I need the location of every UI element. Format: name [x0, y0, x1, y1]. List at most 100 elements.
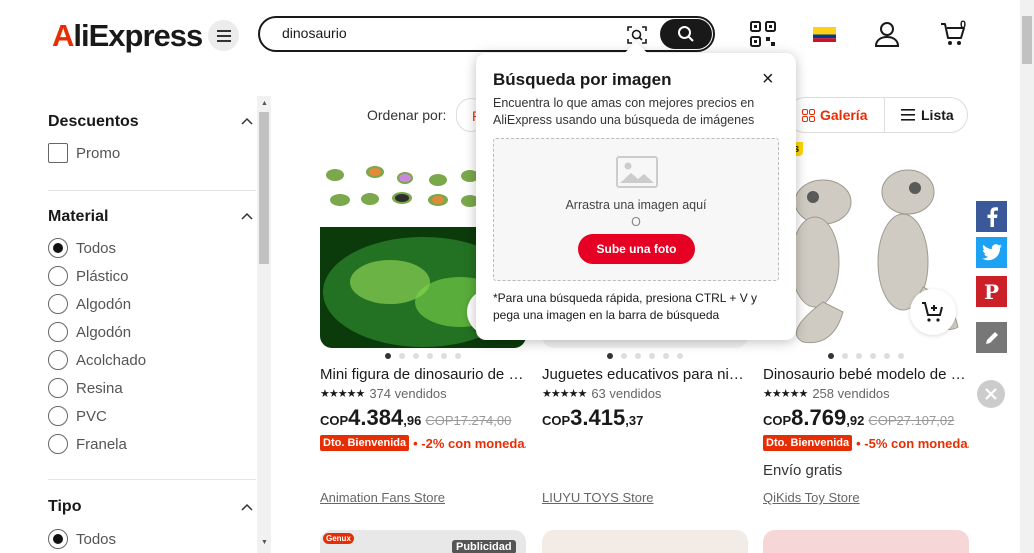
search-bar [258, 16, 715, 52]
popover-footer: *Para una búsqueda rápida, presiona CTRL… [493, 291, 758, 322]
product-rating: ★★★★★ 374 vendidos [320, 386, 447, 401]
chevron-up-icon[interactable] [240, 500, 254, 514]
product-card[interactable]: Genux Publicidad [320, 530, 526, 553]
page-scrollbar[interactable] [1020, 0, 1034, 553]
search-button[interactable] [660, 19, 712, 49]
promo-row: Dto. Bienvenida • -2% con moneda... [320, 435, 526, 451]
checkbox[interactable] [48, 143, 68, 163]
grid-icon [802, 108, 815, 122]
qr-code-icon[interactable] [750, 21, 776, 47]
star-rating-icon: ★★★★★ [763, 388, 808, 400]
list-icon [901, 109, 915, 121]
product-price: COP 4.384,96 COP17.274,00 [320, 405, 512, 430]
radio[interactable] [48, 322, 68, 342]
material-option[interactable]: Todos [48, 238, 116, 258]
dropzone-text: Arrastra una imagen aquí [565, 198, 707, 212]
gallery-view-button[interactable]: Galería [802, 107, 867, 123]
product-title[interactable]: Dinosaurio bebé modelo de si... [763, 366, 969, 383]
chevron-up-icon[interactable] [240, 114, 254, 128]
radio[interactable] [48, 434, 68, 454]
product-price: COP 8.769,92 COP27.107,02 [763, 405, 955, 430]
close-icon[interactable]: × [762, 68, 774, 91]
scroll-down-arrow-icon[interactable]: ▼ [261, 539, 268, 546]
image-placeholder-icon [616, 156, 658, 188]
scroll-up-arrow-icon[interactable]: ▲ [261, 100, 268, 107]
close-share-button[interactable] [977, 380, 1005, 408]
radio[interactable] [48, 350, 68, 370]
page-scroll-thumb[interactable] [1022, 16, 1032, 64]
star-rating-icon: ★★★★★ [320, 388, 365, 400]
radio[interactable] [48, 406, 68, 426]
product-price: COP 3.415,37 [542, 405, 644, 430]
store-link[interactable]: LIUYU TOYS Store [542, 490, 654, 505]
close-icon [985, 388, 997, 400]
product-title[interactable]: Mini figura de dinosaurio de g... [320, 366, 526, 383]
brand-badge: Genux [323, 533, 354, 544]
divider [48, 190, 256, 191]
welcome-discount-badge: Dto. Bienvenida [763, 435, 853, 451]
add-to-cart-icon [922, 302, 943, 322]
view-toggle: Galería Lista [787, 97, 968, 133]
upload-photo-button[interactable]: Sube una foto [578, 234, 695, 264]
chevron-up-icon[interactable] [240, 209, 254, 223]
radio[interactable] [48, 378, 68, 398]
edit-button[interactable] [976, 322, 1007, 353]
hamburger-icon [216, 29, 231, 42]
radio[interactable] [48, 266, 68, 286]
material-option[interactable]: Plástico [48, 266, 129, 286]
popover-title: Búsqueda por imagen [493, 70, 672, 89]
edit-icon [985, 331, 998, 344]
material-option[interactable]: PVC [48, 406, 107, 426]
star-rating-icon: ★★★★★ [542, 388, 587, 400]
store-link[interactable]: QiKids Toy Store [763, 490, 860, 505]
product-rating: ★★★★★ 63 vendidos [542, 386, 662, 401]
material-option[interactable]: Algodón [48, 322, 131, 342]
radio-selected[interactable] [48, 529, 68, 549]
divider [884, 98, 885, 132]
search-input[interactable] [282, 25, 612, 41]
ad-label: Publicidad [452, 540, 516, 553]
twitter-icon [981, 244, 1002, 261]
material-option[interactable]: Algodón [48, 294, 131, 314]
product-card[interactable] [542, 530, 748, 553]
colombia-flag-icon[interactable] [813, 27, 836, 42]
promo-row: Dto. Bienvenida • -5% con moneda... [763, 435, 969, 451]
product-rating: ★★★★★ 258 vendidos [763, 386, 890, 401]
facebook-icon [987, 206, 998, 227]
pinterest-icon: P [983, 279, 1000, 304]
material-option[interactable]: Resina [48, 378, 123, 398]
image-dropzone[interactable]: Arrastra una imagen aquí O Sube una foto [493, 138, 779, 281]
filter-title-descuentos: Descuentos [48, 113, 139, 130]
popover-description: Encuentra lo que amas con mejores precio… [493, 96, 755, 127]
filter-sidebar: Descuentos Promo Material Todos Plástico… [0, 96, 272, 553]
search-icon [678, 26, 694, 42]
image-carousel-dots[interactable] [763, 353, 969, 361]
filter-title-tipo: Tipo [48, 498, 82, 515]
divider [48, 479, 256, 480]
material-option[interactable]: Acolchado [48, 350, 146, 370]
sidebar-scroll-thumb[interactable] [259, 112, 269, 264]
add-to-cart-button[interactable] [910, 289, 956, 335]
image-search-popover: Búsqueda por imagen × Encuentra lo que a… [476, 53, 796, 340]
image-carousel-dots[interactable] [320, 353, 526, 361]
facebook-share-button[interactable] [976, 201, 1007, 232]
image-carousel-dots[interactable] [542, 353, 748, 361]
product-card[interactable] [763, 530, 969, 553]
sort-label: Ordenar por: [367, 107, 447, 123]
type-option[interactable]: Todos [48, 529, 116, 549]
pinterest-share-button[interactable]: P [976, 276, 1007, 307]
store-link[interactable]: Animation Fans Store [320, 490, 445, 505]
material-option[interactable]: Franela [48, 434, 127, 454]
radio[interactable] [48, 294, 68, 314]
aliexpress-logo[interactable]: AliExpress [52, 18, 203, 54]
free-shipping-label: Envío gratis [763, 462, 843, 479]
list-view-button[interactable]: Lista [901, 107, 954, 123]
filter-option-promo[interactable]: Promo [48, 143, 120, 163]
user-account-icon[interactable] [874, 21, 900, 47]
menu-button[interactable] [208, 20, 239, 51]
product-title[interactable]: Juguetes educativos para niño... [542, 366, 748, 383]
welcome-discount-badge: Dto. Bienvenida [320, 435, 410, 451]
twitter-share-button[interactable] [976, 237, 1007, 268]
radio-selected[interactable] [48, 238, 68, 258]
dropzone-or: O [631, 215, 641, 229]
